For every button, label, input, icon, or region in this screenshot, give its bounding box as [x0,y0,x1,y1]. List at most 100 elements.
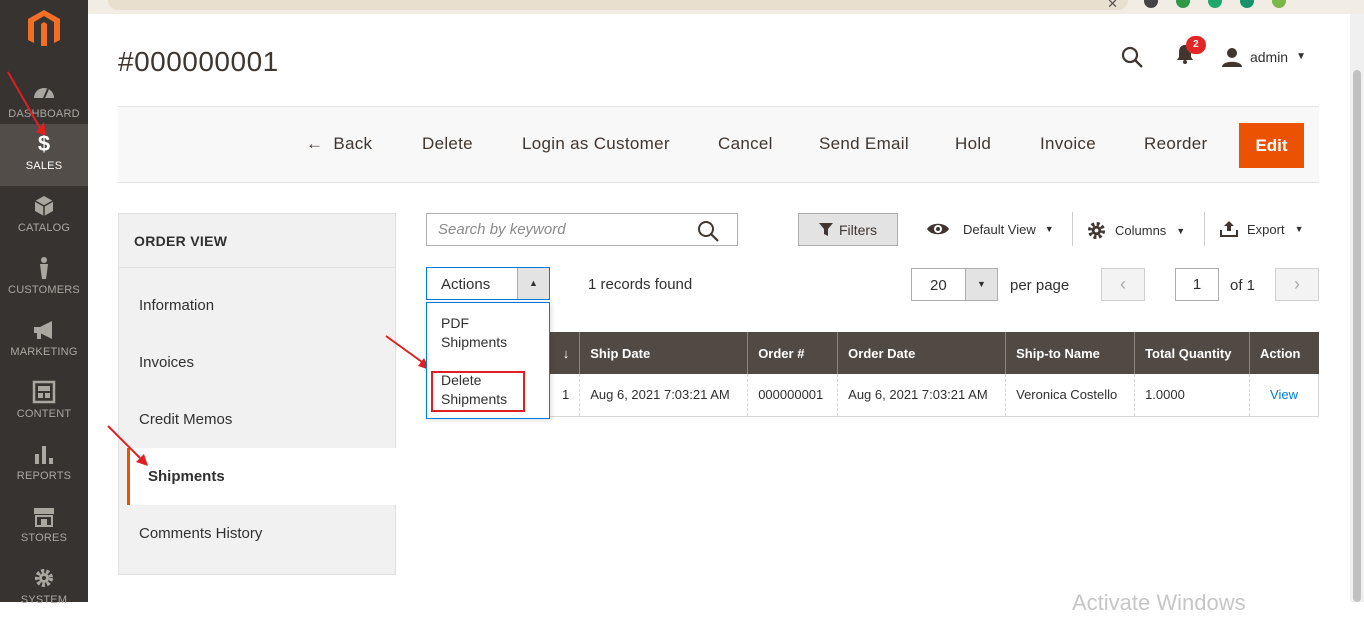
grid-header-row: ↓ Ship Date Order # Order Date Ship-to N… [425,332,1319,374]
columns-dropdown[interactable]: Columns ▼ [1087,221,1185,240]
cell-order-date: Aug 6, 2021 7:03:21 AM [837,374,1006,417]
sidebar-item-content[interactable]: CONTENT [0,372,88,434]
extension-icon[interactable] [1176,0,1190,8]
per-page-select[interactable]: 20 ▼ [911,268,998,301]
profile-icon[interactable] [1272,0,1286,8]
page-scrollbar[interactable] [1350,14,1364,602]
toolbar-divider [1204,212,1205,246]
filters-button[interactable]: Filters [798,213,898,246]
sidebar-item-label: CUSTOMERS [8,284,80,296]
chevron-down-icon: ▼ [1176,225,1186,236]
extension-icon[interactable] [1240,0,1254,8]
cube-icon [34,196,54,216]
edit-button[interactable]: Edit [1239,123,1304,168]
sidebar-item-reports[interactable]: REPORTS [0,434,88,496]
view-link[interactable]: View [1270,387,1298,402]
sidebar-item-label: CONTENT [16,408,72,420]
tab-comments-history[interactable]: Comments History [119,505,396,562]
sidebar-item-label: SYSTEM [20,594,68,606]
column-header-ship-to-name[interactable]: Ship-to Name [1005,332,1135,374]
column-header-total-quantity[interactable]: Total Quantity [1134,332,1250,374]
tab-invoices[interactable]: Invoices [119,334,396,391]
annotation-arrow [107,425,148,466]
search-icon[interactable] [697,220,719,242]
back-button[interactable]: ← Back [306,134,372,154]
address-bar[interactable]: ✕ [108,0,1128,12]
column-header-order-number[interactable]: Order # [747,332,838,374]
activate-windows-watermark: Activate Windows [1072,590,1246,615]
invoice-button[interactable]: Invoice [1040,134,1096,154]
toolbar-divider [1072,212,1073,246]
page-title: #000000001 [118,46,279,77]
sidebar-item-label: CATALOG [17,222,71,234]
chevron-left-icon: ‹ [1120,274,1126,294]
sidebar-item-stores[interactable]: STORES [0,496,88,558]
next-page-button[interactable]: › [1275,268,1319,301]
extension-icon[interactable] [1208,0,1222,8]
admin-user-menu[interactable]: admin ▼ [1221,47,1306,67]
order-view-tabs: ORDER VIEW Information Invoices Credit M… [118,213,397,575]
search-input[interactable] [427,214,687,245]
annotation-highlight-box [431,371,525,412]
mass-actions-select[interactable]: Actions ▲ [426,267,550,300]
tab-information[interactable]: Information [119,277,396,334]
layout-icon [32,380,56,404]
sidebar-item-catalog[interactable]: CATALOG [0,186,88,248]
sidebar-item-marketing[interactable]: MARKETING [0,310,88,372]
chevron-down-icon: ▼ [965,269,997,300]
sidebar-item-customers[interactable]: CUSTOMERS [0,248,88,310]
hold-button[interactable]: Hold [955,134,991,154]
cell-total-quantity: 1.0000 [1134,374,1250,417]
annotation-arrow [7,71,46,136]
eye-icon [927,223,949,235]
magento-logo-icon[interactable] [26,10,62,46]
notifications-button[interactable]: 2 [1176,36,1206,69]
export-dropdown[interactable]: Export ▼ [1220,221,1304,237]
page-total: of 1 [1230,277,1256,294]
shipments-grid: ↓ Ship Date Order # Order Date Ship-to N… [425,332,1319,417]
order-view-title: ORDER VIEW [119,214,395,268]
column-header-ship-date[interactable]: Ship Date [579,332,748,374]
store-icon [34,508,54,527]
reorder-button[interactable]: Reorder [1144,134,1208,154]
sidebar-item-label: SALES [25,160,63,172]
chevron-up-icon: ▲ [517,268,549,299]
chevron-down-icon: ▼ [1296,51,1306,62]
extension-icon[interactable] [1144,0,1158,8]
clear-url-icon[interactable]: ✕ [1107,0,1118,12]
tab-credit-memos[interactable]: Credit Memos [119,391,396,448]
chevron-down-icon: ▼ [1294,224,1304,234]
sidebar-item-label: REPORTS [16,470,72,482]
delete-button[interactable]: Delete [422,134,473,154]
send-email-button[interactable]: Send Email [819,134,909,154]
menu-item-pdf-shipments[interactable]: PDF Shipments [441,314,521,352]
previous-page-button[interactable]: ‹ [1101,268,1145,301]
sidebar-item-label: STORES [20,532,68,544]
sidebar-item-label: MARKETING [10,346,78,358]
grid-search [426,213,738,246]
scrollbar-thumb[interactable] [1353,70,1361,602]
page-number-input[interactable]: 1 [1175,268,1219,301]
cancel-button[interactable]: Cancel [718,134,773,154]
export-icon [1220,221,1238,237]
user-icon [1221,47,1242,67]
login-as-customer-button[interactable]: Login as Customer [522,134,670,154]
search-icon[interactable] [1120,45,1144,69]
cell-ship-to-name: Veronica Costello [1005,374,1135,417]
arrow-left-icon: ← [306,134,324,153]
filter-icon [818,222,833,236]
chevron-right-icon: › [1294,274,1300,294]
mass-actions-menu: PDF Shipments Delete Shipments [426,302,550,419]
gear-icon [1087,221,1106,240]
column-header-order-date[interactable]: Order Date [837,332,1006,374]
column-header-action: Action [1249,332,1319,374]
page-actions-bar: ← Back Delete Login as Customer Cancel Se… [118,106,1319,183]
sidebar-item-system[interactable]: SYSTEM [0,558,88,620]
table-row[interactable]: 1 Aug 6, 2021 7:03:21 AM 000000001 Aug 6… [425,374,1319,417]
default-view-dropdown[interactable]: Default View ▼ [926,221,1054,237]
browser-toolbar: ✕ [0,0,1364,14]
notification-badge: 2 [1185,36,1206,54]
tab-shipments[interactable]: Shipments [127,448,397,505]
admin-username: admin [1249,48,1289,65]
records-count: 1 records found [588,276,693,293]
